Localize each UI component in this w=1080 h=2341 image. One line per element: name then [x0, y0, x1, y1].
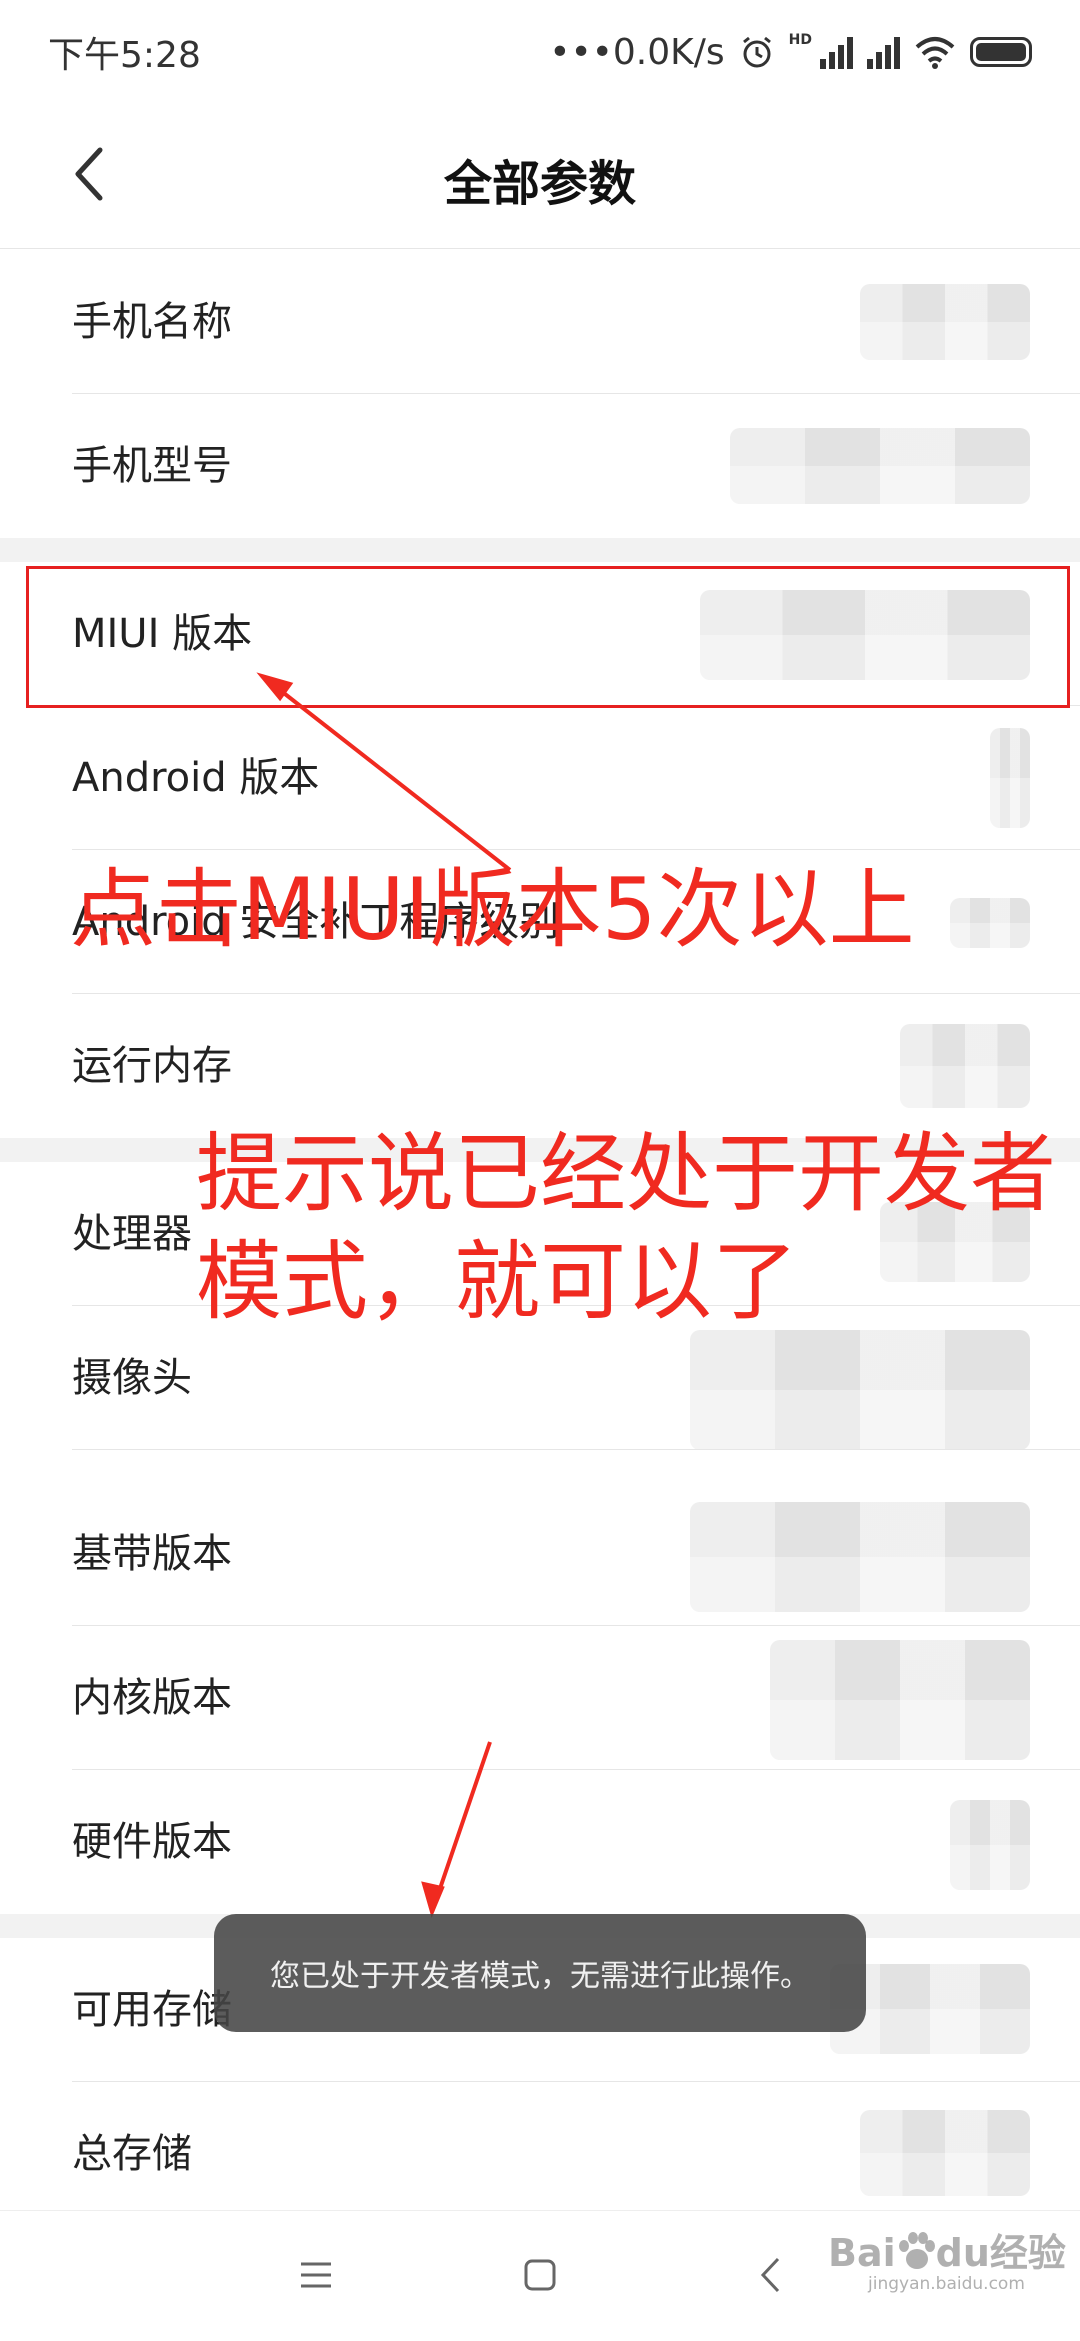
section-gap — [0, 538, 1080, 562]
redacted-value — [690, 1502, 1030, 1612]
row-label: 摄像头 — [72, 1355, 192, 1401]
redacted-value — [950, 898, 1030, 948]
redacted-value — [860, 2110, 1030, 2196]
row-label: 内核版本 — [72, 1675, 232, 1721]
home-button[interactable] — [510, 2245, 570, 2305]
row-divider — [72, 1449, 1080, 1450]
alarm-icon — [742, 36, 771, 68]
row-label: Android 版本 — [72, 755, 320, 801]
row-label: 基带版本 — [72, 1531, 232, 1577]
row-label: 总存储 — [72, 2131, 192, 2177]
miui-version-highlight-box — [26, 566, 1070, 708]
menu-button[interactable] — [286, 2245, 346, 2305]
status-time: 下午5:28 — [48, 35, 201, 76]
row-label: 手机名称 — [72, 299, 232, 345]
status-icons: •••0.0K/s HD — [549, 32, 1032, 73]
redacted-value — [770, 1640, 1030, 1760]
row-baseband-version[interactable]: 基带版本 — [0, 1482, 1080, 1626]
baidu-watermark: Bai du经验 — [828, 2222, 1066, 2277]
battery-icon — [970, 37, 1032, 67]
annotation-instruction-1: 点击MIUI版本5次以上 — [70, 860, 915, 960]
toast-message: 您已处于开发者模式，无需进行此操作。 — [214, 1914, 866, 2032]
redacted-value — [950, 1800, 1030, 1890]
row-phone-model[interactable]: 手机型号 — [0, 394, 1080, 538]
title-bar: 全部参数 — [0, 104, 1080, 244]
row-phone-name[interactable]: 手机名称 — [0, 250, 1080, 394]
row-label: 硬件版本 — [72, 1819, 232, 1865]
row-hardware-version[interactable]: 硬件版本 — [0, 1770, 1080, 1914]
row-label: 处理器 — [72, 1211, 192, 1257]
row-label: 可用存储 — [72, 1987, 232, 2033]
row-label: 手机型号 — [72, 443, 232, 489]
watermark-brand: Bai — [828, 2231, 896, 2275]
watermark-brand-cn: 经验 — [989, 2231, 1066, 2275]
wifi-icon — [915, 37, 955, 69]
redacted-value — [900, 1024, 1030, 1108]
signal-icon — [820, 35, 853, 69]
redacted-value — [860, 284, 1030, 360]
redacted-value — [690, 1330, 1030, 1450]
menu-icon — [301, 2262, 331, 2288]
nav-back-button[interactable] — [740, 2245, 800, 2305]
row-android-version[interactable]: Android 版本 — [0, 706, 1080, 850]
row-kernel-version[interactable]: 内核版本 — [0, 1626, 1080, 1770]
row-total-storage[interactable]: 总存储 — [0, 2082, 1080, 2226]
redacted-value — [990, 728, 1030, 828]
paw-icon — [898, 2232, 935, 2269]
annotation-instruction-2: 提示说已经处于开发者模式，就可以了 — [196, 1124, 1056, 1332]
status-bar: 下午5:28 •••0.0K/s HD — [0, 0, 1080, 104]
row-label: 运行内存 — [72, 1043, 232, 1089]
watermark-url: jingyan.baidu.com — [868, 2274, 1025, 2294]
signal-icon-2 — [867, 35, 900, 69]
redacted-value — [730, 428, 1030, 504]
row-ram[interactable]: 运行内存 — [0, 994, 1080, 1138]
page-title: 全部参数 — [443, 156, 636, 212]
watermark-brand-suffix: du — [935, 2231, 990, 2275]
back-icon — [760, 2257, 780, 2293]
hd-badge: HD — [788, 31, 812, 48]
title-divider — [0, 248, 1080, 249]
network-speed: •••0.0K/s — [549, 31, 725, 73]
home-icon — [524, 2259, 556, 2291]
